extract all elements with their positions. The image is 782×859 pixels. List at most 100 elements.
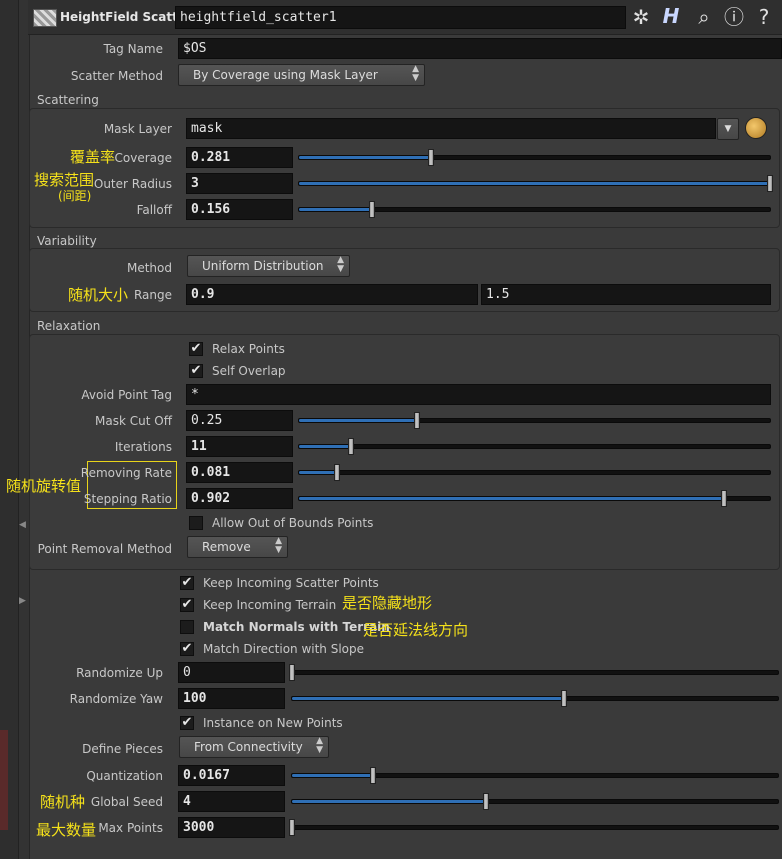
- annotation-hide-terrain: 是否隐藏地形: [342, 594, 433, 612]
- instance-label: Instance on New Points: [203, 716, 343, 730]
- instance-checkbox[interactable]: ✔: [180, 716, 194, 730]
- mask-layer-input[interactable]: mask: [186, 118, 716, 139]
- method-value: Uniform Distribution: [202, 259, 324, 273]
- removing-rate-slider-fill: [299, 471, 338, 474]
- annotation-random-rotation: 随机旋转值: [6, 477, 82, 495]
- info-icon[interactable]: ⓘ: [723, 6, 745, 28]
- chevron-down-icon: ▼: [724, 124, 732, 134]
- match-direction-checkbox[interactable]: ✔: [180, 642, 194, 656]
- stepping-ratio-slider[interactable]: [298, 490, 771, 507]
- node-name-input[interactable]: heightfield_scatter1: [175, 6, 626, 29]
- expand-arrow-icon[interactable]: ▶: [19, 596, 26, 606]
- randomize-up-input[interactable]: 0: [178, 662, 285, 683]
- removing-rate-slider-handle[interactable]: [334, 464, 341, 481]
- max-points-input[interactable]: 3000: [178, 817, 285, 838]
- global-seed-input[interactable]: 4: [178, 791, 285, 812]
- randomize-yaw-slider[interactable]: [291, 690, 779, 707]
- iterations-slider[interactable]: [298, 438, 771, 455]
- paint-brush-icon[interactable]: [745, 117, 767, 139]
- tag-name-input[interactable]: $OS: [178, 38, 782, 59]
- point-removal-value: Remove: [202, 540, 251, 554]
- viewport-sliver: [0, 730, 8, 830]
- max-points-slider[interactable]: [289, 819, 779, 836]
- randomize-yaw-label: Randomize Yaw: [69, 692, 163, 706]
- falloff-input[interactable]: 0.156: [186, 199, 293, 220]
- annotation-coverage: 覆盖率: [70, 148, 116, 166]
- randomize-up-slider-handle[interactable]: [289, 664, 295, 681]
- keep-terrain-label: Keep Incoming Terrain: [203, 598, 337, 612]
- self-overlap-checkbox[interactable]: ✔: [189, 364, 203, 378]
- define-pieces-value: From Connectivity: [194, 740, 303, 754]
- iterations-slider-handle[interactable]: [347, 438, 354, 455]
- outer-radius-input[interactable]: 3: [186, 173, 293, 194]
- annotation-range: 随机大小: [68, 286, 129, 304]
- method-menu[interactable]: Uniform Distribution ▲ ▼: [187, 255, 350, 277]
- updown-arrow-icon: ▲ ▼: [337, 255, 344, 274]
- range-max-input[interactable]: 1.5: [481, 284, 771, 305]
- mask-cut-off-slider-fill: [299, 419, 417, 422]
- match-normals-checkbox[interactable]: [180, 620, 194, 634]
- help-icon[interactable]: ?: [753, 6, 775, 28]
- global-seed-slider-handle[interactable]: [483, 793, 490, 810]
- define-pieces-menu[interactable]: From Connectivity ▲ ▼: [179, 736, 329, 758]
- coverage-slider-handle[interactable]: [428, 149, 435, 166]
- quantization-slider-fill: [292, 774, 374, 777]
- max-points-slider-handle[interactable]: [289, 819, 295, 836]
- coverage-slider[interactable]: [298, 149, 771, 166]
- scatter-method-label: Scatter Method: [70, 69, 163, 83]
- allow-oob-label: Allow Out of Bounds Points: [212, 516, 374, 530]
- range-min-input[interactable]: 0.9: [186, 284, 478, 305]
- iterations-slider-fill: [299, 445, 351, 448]
- global-seed-slider[interactable]: [291, 793, 779, 810]
- relax-points-label: Relax Points: [212, 342, 285, 356]
- quantization-slider-handle[interactable]: [370, 767, 377, 784]
- updown-arrow-icon: ▲ ▼: [316, 736, 323, 755]
- removing-rate-label: Removing Rate: [80, 466, 172, 480]
- outer-radius-slider-fill: [299, 182, 770, 185]
- match-normals-label: Match Normals with Terrain: [203, 620, 390, 634]
- keep-terrain-checkbox[interactable]: ✔: [180, 598, 194, 612]
- tag-name-label: Tag Name: [103, 42, 163, 56]
- mask-cut-off-slider[interactable]: [298, 412, 771, 429]
- annotation-max-count: 最大数量: [36, 821, 97, 839]
- outer-radius-slider[interactable]: [298, 175, 773, 192]
- falloff-slider[interactable]: [298, 201, 771, 218]
- avoid-point-tag-label: Avoid Point Tag: [81, 388, 172, 402]
- global-seed-slider-fill: [292, 800, 487, 803]
- randomize-yaw-slider-handle[interactable]: [561, 690, 568, 707]
- max-points-label: Max Points: [98, 821, 163, 835]
- coverage-input[interactable]: 0.281: [186, 147, 293, 168]
- stepping-ratio-label: Stepping Ratio: [83, 492, 172, 506]
- randomize-up-slider[interactable]: [289, 664, 779, 681]
- mask-layer-dropdown[interactable]: ▼: [717, 118, 739, 140]
- relax-points-checkbox[interactable]: ✔: [189, 342, 203, 356]
- gear-icon[interactable]: ✲: [628, 6, 654, 28]
- removing-rate-input[interactable]: 0.081: [186, 462, 293, 483]
- iterations-input[interactable]: 11: [186, 436, 293, 457]
- updown-arrow-icon: ▲ ▼: [275, 536, 282, 555]
- quantization-input[interactable]: 0.0167: [178, 765, 285, 786]
- falloff-slider-handle[interactable]: [369, 201, 376, 218]
- stepping-ratio-slider-handle[interactable]: [720, 490, 727, 507]
- outer-radius-slider-handle[interactable]: [767, 175, 773, 192]
- removing-rate-slider[interactable]: [298, 464, 771, 481]
- collapse-arrow-icon[interactable]: ◀: [19, 520, 26, 530]
- mask-cut-off-input[interactable]: 0.25: [186, 410, 293, 431]
- stepping-ratio-input[interactable]: 0.902: [186, 488, 293, 509]
- keep-scatter-checkbox[interactable]: ✔: [180, 576, 194, 590]
- quantization-slider[interactable]: [291, 767, 779, 784]
- search-icon[interactable]: ⌕: [693, 6, 715, 28]
- method-label: Method: [126, 261, 172, 275]
- variability-title: Variability: [37, 234, 97, 248]
- randomize-yaw-input[interactable]: 100: [178, 688, 285, 709]
- point-removal-menu[interactable]: Remove ▲ ▼: [187, 536, 288, 558]
- help-h-icon[interactable]: H: [660, 5, 682, 27]
- stepping-ratio-slider-fill: [299, 497, 724, 500]
- avoid-point-tag-input[interactable]: *: [186, 384, 771, 405]
- allow-oob-checkbox[interactable]: [189, 516, 203, 530]
- annotation-random-seed: 随机种: [40, 793, 86, 811]
- randomize-yaw-slider-fill: [292, 697, 565, 700]
- match-direction-label: Match Direction with Slope: [203, 642, 365, 656]
- mask-cut-off-slider-handle[interactable]: [413, 412, 420, 429]
- scatter-method-menu[interactable]: By Coverage using Mask Layer ▲ ▼: [178, 64, 425, 86]
